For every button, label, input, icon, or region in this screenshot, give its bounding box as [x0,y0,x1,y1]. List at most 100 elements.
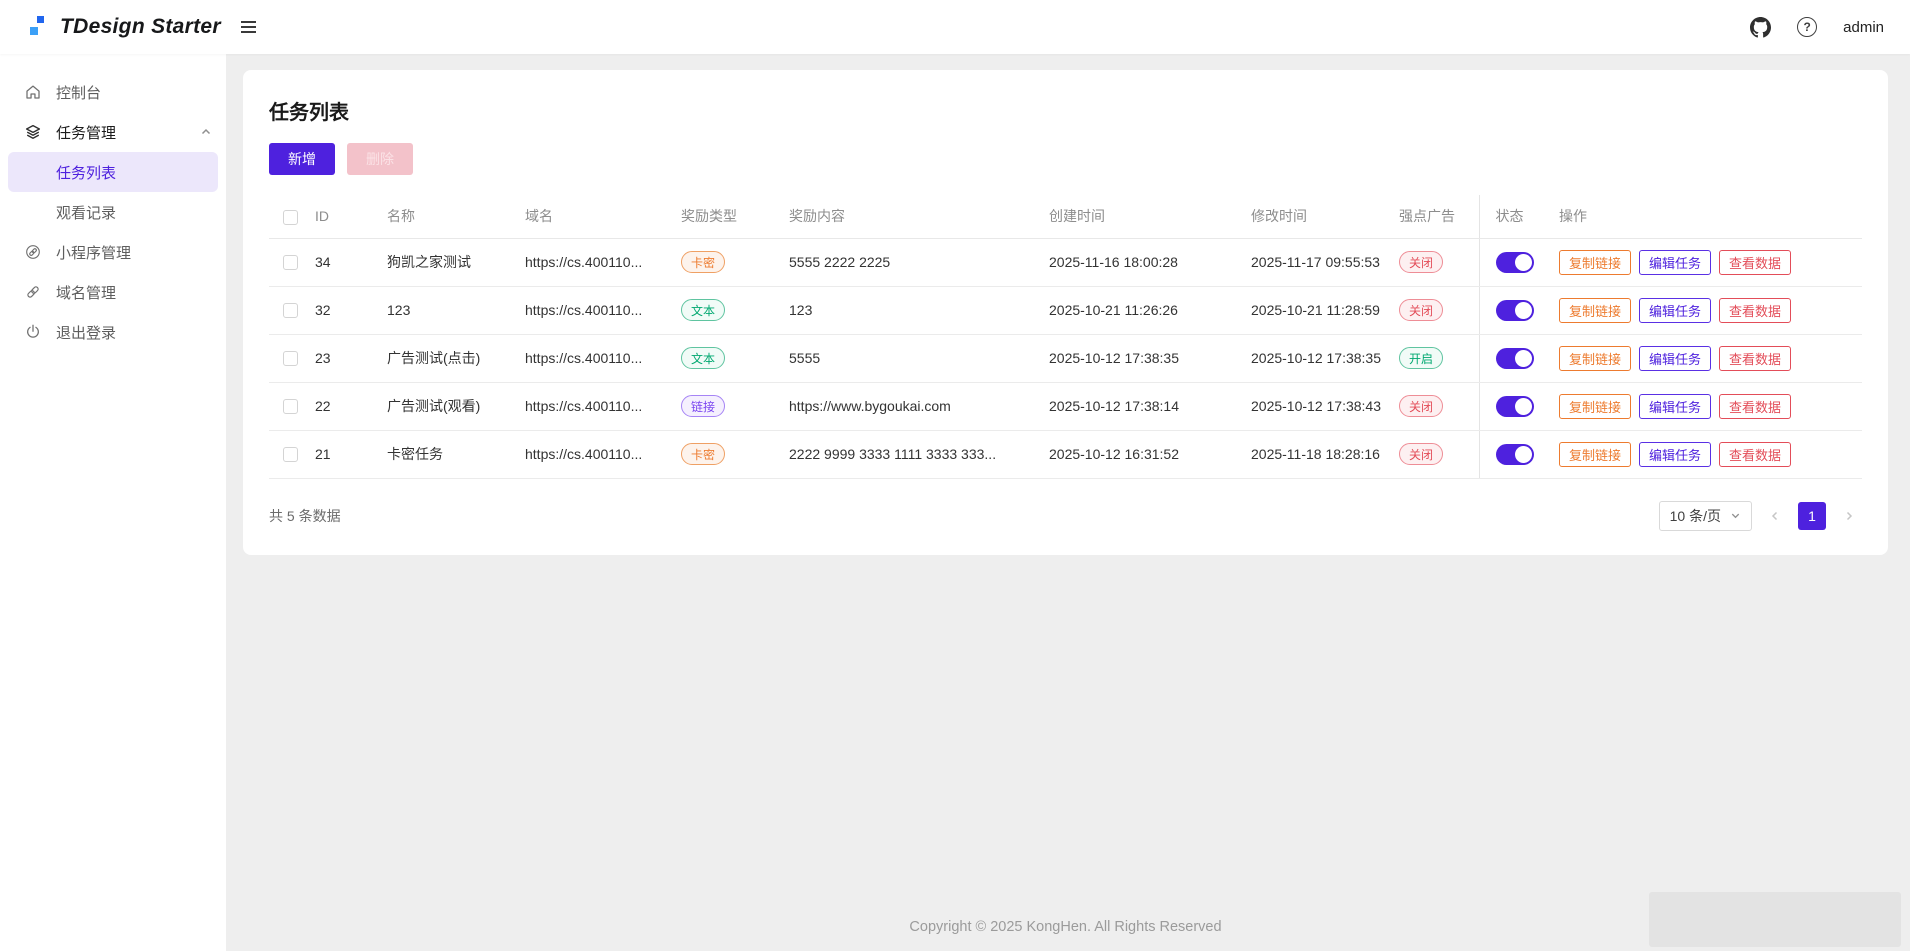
task-list-card: 任务列表 新增 删除 ID 名称 域名 奖励类型 [243,70,1888,555]
copy-link-button[interactable]: 复制链接 [1559,346,1631,371]
cell-create-time: 2025-10-12 16:31:52 [1049,430,1251,478]
sidebar-item-label: 任务列表 [56,162,116,183]
page-size-select[interactable]: 10 条/页 [1659,501,1752,531]
view-data-button[interactable]: 查看数据 [1719,442,1791,467]
sidebar-item-logout[interactable]: 退出登录 [0,312,226,352]
brand-title: TDesign Starter [60,15,221,39]
column-domain: 域名 [525,195,681,238]
table-header-row: ID 名称 域名 奖励类型 奖励内容 创建时间 修改时间 强点广告 状态 操作 [269,195,1862,238]
sidebar-item-watch-records[interactable]: 观看记录 [0,192,226,232]
cell-modify-time: 2025-10-12 17:38:35 [1251,334,1399,382]
sidebar-item-label: 控制台 [56,82,101,103]
select-all-checkbox[interactable] [283,210,298,225]
column-actions: 操作 [1559,195,1862,238]
copy-link-button[interactable]: 复制链接 [1559,442,1631,467]
column-reward-content: 奖励内容 [789,195,1049,238]
tdesign-logo-icon [26,13,50,41]
help-icon[interactable]: ? [1797,17,1817,37]
chevron-down-icon [1730,510,1741,521]
cell-id: 32 [315,286,387,334]
force-ad-tag: 关闭 [1399,299,1443,321]
add-button[interactable]: 新增 [269,143,335,175]
cell-modify-time: 2025-10-12 17:38:43 [1251,382,1399,430]
power-icon [24,323,42,341]
copy-link-button[interactable]: 复制链接 [1559,394,1631,419]
table-row: 23广告测试(点击)https://cs.400110...文本55552025… [269,334,1862,382]
status-toggle[interactable] [1496,444,1534,465]
cell-create-time: 2025-11-16 18:00:28 [1049,238,1251,286]
row-checkbox[interactable] [283,303,298,318]
chevron-left-icon [1769,510,1781,522]
table-row: 22广告测试(观看)https://cs.400110...链接https://… [269,382,1862,430]
sidebar: 控制台 任务管理 任务列表 观看记录 小程序管理 域名管理 退出登录 [0,54,226,951]
cell-reward-content: https://www.bygoukai.com [789,382,1049,430]
cell-create-time: 2025-10-12 17:38:35 [1049,334,1251,382]
status-toggle[interactable] [1496,348,1534,369]
github-icon[interactable] [1750,17,1771,38]
view-data-button[interactable]: 查看数据 [1719,346,1791,371]
table-body: 34狗凯之家测试https://cs.400110...卡密5555 2222 … [269,238,1862,478]
row-checkbox[interactable] [283,447,298,462]
status-toggle[interactable] [1496,300,1534,321]
user-menu[interactable]: admin [1843,19,1884,36]
table-row: 21卡密任务https://cs.400110...卡密2222 9999 33… [269,430,1862,478]
prev-page-button[interactable] [1762,503,1788,529]
cell-modify-time: 2025-11-18 18:28:16 [1251,430,1399,478]
reward-type-tag: 卡密 [681,251,725,273]
copy-link-button[interactable]: 复制链接 [1559,298,1631,323]
page-number-button[interactable]: 1 [1798,502,1826,530]
cell-name: 广告测试(点击) [387,334,525,382]
sidebar-item-label: 小程序管理 [56,242,131,263]
cell-reward-content: 123 [789,286,1049,334]
edit-task-button[interactable]: 编辑任务 [1639,298,1711,323]
status-toggle[interactable] [1496,252,1534,273]
column-reward-type: 奖励类型 [681,195,789,238]
view-data-button[interactable]: 查看数据 [1719,298,1791,323]
page-title: 任务列表 [269,96,1862,125]
layers-icon [24,123,42,141]
column-create-time: 创建时间 [1049,195,1251,238]
cell-domain: https://cs.400110... [525,430,681,478]
cell-id: 21 [315,430,387,478]
sidebar-item-label: 任务管理 [56,122,116,143]
edit-task-button[interactable]: 编辑任务 [1639,394,1711,419]
copy-link-button[interactable]: 复制链接 [1559,250,1631,275]
sidebar-item-miniprogram[interactable]: 小程序管理 [0,232,226,272]
sidebar-item-label: 观看记录 [56,202,116,223]
next-page-button[interactable] [1836,503,1862,529]
view-data-button[interactable]: 查看数据 [1719,394,1791,419]
collapse-menu-icon[interactable] [237,17,260,37]
force-ad-tag: 开启 [1399,347,1443,369]
cell-name: 狗凯之家测试 [387,238,525,286]
task-table: ID 名称 域名 奖励类型 奖励内容 创建时间 修改时间 强点广告 状态 操作 … [269,195,1862,479]
pagination-bar: 共 5 条数据 10 条/页 1 [269,501,1862,531]
edit-task-button[interactable]: 编辑任务 [1639,250,1711,275]
cell-domain: https://cs.400110... [525,382,681,430]
cell-create-time: 2025-10-21 11:26:26 [1049,286,1251,334]
row-checkbox[interactable] [283,399,298,414]
column-status: 状态 [1479,195,1559,238]
force-ad-tag: 关闭 [1399,443,1443,465]
cell-id: 34 [315,238,387,286]
cell-id: 22 [315,382,387,430]
row-checkbox[interactable] [283,255,298,270]
reward-type-tag: 卡密 [681,443,725,465]
chevron-right-icon [1843,510,1855,522]
page-size-value: 10 条/页 [1670,506,1721,526]
chevron-up-icon [200,126,212,138]
force-ad-tag: 关闭 [1399,395,1443,417]
sidebar-item-console[interactable]: 控制台 [0,72,226,112]
top-bar: TDesign Starter ? admin [0,0,1910,54]
sidebar-item-domain[interactable]: 域名管理 [0,272,226,312]
link-icon [24,283,42,301]
sidebar-item-task-management[interactable]: 任务管理 [0,112,226,152]
status-toggle[interactable] [1496,396,1534,417]
reward-type-tag: 链接 [681,395,725,417]
cell-domain: https://cs.400110... [525,334,681,382]
sidebar-item-task-list[interactable]: 任务列表 [8,152,218,192]
row-checkbox[interactable] [283,351,298,366]
column-id: ID [315,195,387,238]
edit-task-button[interactable]: 编辑任务 [1639,346,1711,371]
view-data-button[interactable]: 查看数据 [1719,250,1791,275]
edit-task-button[interactable]: 编辑任务 [1639,442,1711,467]
